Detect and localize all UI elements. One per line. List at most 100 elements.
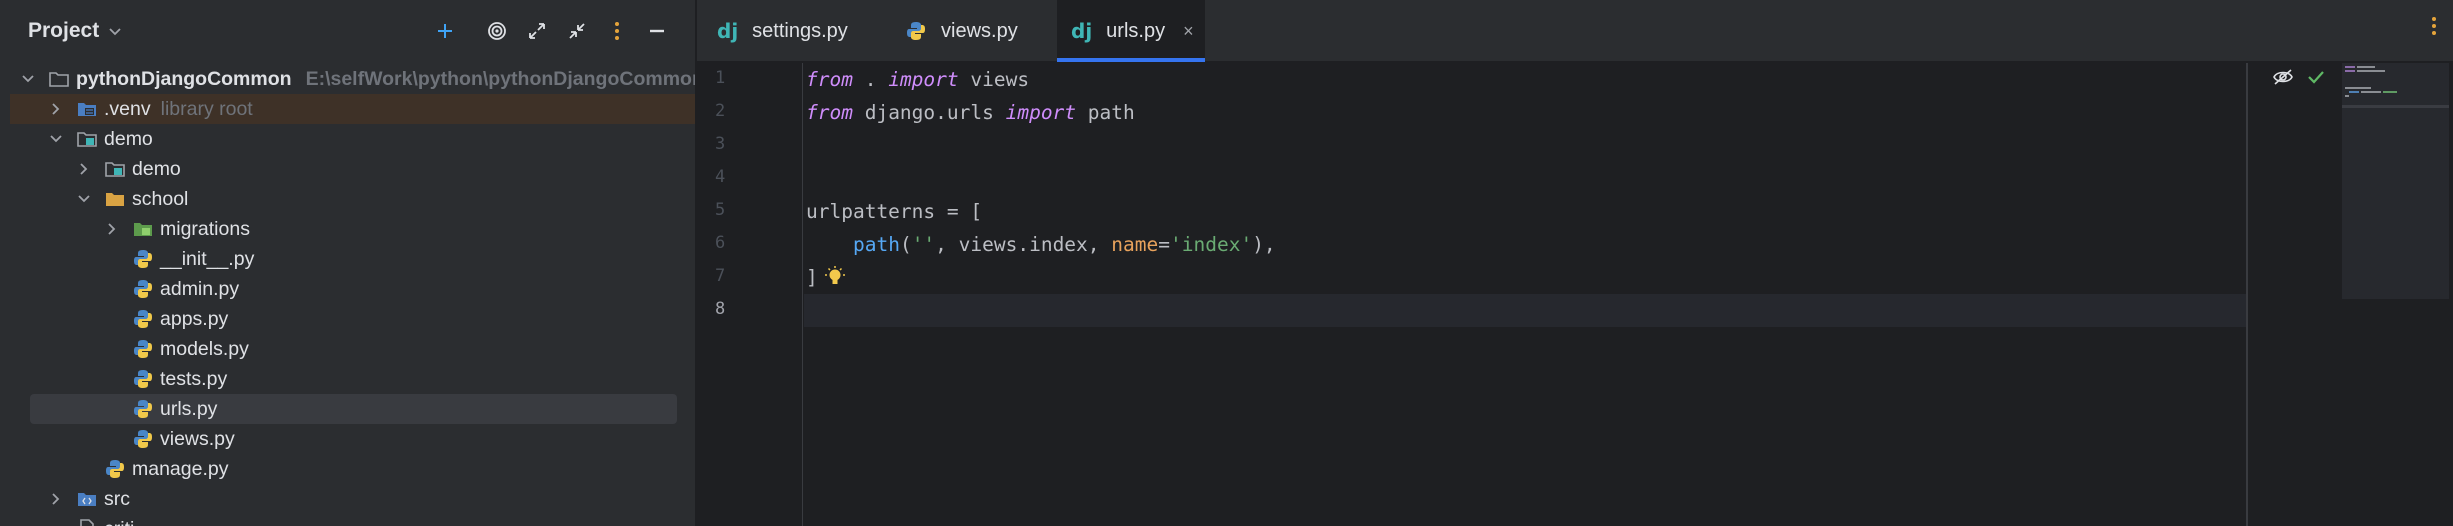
module-folder-icon [49, 72, 69, 87]
collapse-all-icon[interactable] [557, 16, 597, 46]
python-file-icon [134, 400, 152, 418]
line-number: 2 [715, 101, 726, 121]
tree-item-label: pythonDjangoCommon [76, 67, 292, 90]
module-folder-icon [77, 132, 97, 147]
code-editor[interactable]: from . import views from django.urls imp… [804, 63, 2246, 526]
hide-panel-icon[interactable] [637, 16, 677, 46]
tree-item-label: tests.py [160, 367, 228, 390]
tree-item-migrations[interactable]: migrations [10, 214, 681, 244]
code-line-1[interactable]: from . import views [806, 63, 1029, 96]
project-toolbar [425, 16, 677, 46]
intention-bulb-icon[interactable] [824, 265, 846, 289]
python-file-icon [134, 430, 152, 448]
tree-item-manage-py[interactable]: manage.py [10, 454, 681, 484]
tree-item-label: migrations [160, 217, 250, 240]
library-folder-icon [78, 103, 96, 116]
tree-item-label: __init__.py [160, 247, 255, 270]
chevron-right-icon[interactable] [104, 221, 120, 237]
current-line-highlight [804, 294, 2246, 327]
tree-item-label: demo [104, 127, 153, 150]
reader-mode-hidden-icon[interactable] [2272, 68, 2294, 86]
tree-item-label: manage.py [132, 457, 229, 480]
tree-item-demo-package[interactable]: demo [10, 154, 681, 184]
more-options-icon[interactable] [2431, 16, 2437, 41]
tree-item-init-py[interactable]: __init__.py [10, 244, 681, 274]
tree-item-label: school [132, 187, 189, 210]
django-icon: dj [1071, 19, 1093, 43]
chevron-down-icon[interactable] [107, 23, 123, 39]
close-icon[interactable]: × [1183, 21, 1194, 42]
package-folder-icon [105, 162, 125, 177]
tree-item-label: views.py [160, 427, 235, 450]
locate-icon[interactable] [477, 16, 517, 46]
tab-label: urls.py [1106, 19, 1166, 42]
tree-item-venv[interactable]: .venv library root [10, 94, 695, 124]
tree-item-models-py[interactable]: models.py [10, 334, 681, 364]
line-number-gutter: 1 2 3 4 5 6 7 8 [697, 63, 803, 526]
tree-item-views-py[interactable]: views.py [10, 424, 681, 454]
python-icon [907, 22, 925, 40]
line-number: 4 [715, 167, 726, 187]
python-file-icon [106, 460, 124, 478]
chevron-down-icon[interactable] [48, 131, 64, 147]
tree-item-label: src [104, 487, 130, 510]
project-panel: Project pythonDjangoCommon E:\selfWork\p… [0, 0, 696, 526]
tab-label: settings.py [752, 19, 848, 42]
file-icon [80, 519, 94, 526]
tree-item-demo-root[interactable]: demo [10, 124, 681, 154]
tree-item-apps-py[interactable]: apps.py [10, 304, 681, 334]
options-icon[interactable] [597, 16, 637, 46]
line-number: 5 [715, 200, 726, 220]
code-line-7[interactable]: ] [806, 261, 866, 294]
tree-item-admin-py[interactable]: admin.py [10, 274, 681, 304]
editor-tab-bar: dj settings.py views.py dj urls.py × [697, 0, 2453, 62]
minimap-viewport[interactable] [2342, 63, 2449, 299]
python-file-icon [134, 340, 152, 358]
source-folder-icon [78, 493, 96, 506]
line-number: 6 [715, 233, 726, 253]
python-file-icon [134, 250, 152, 268]
code-line-6[interactable]: path('', views.index, name='index'), [806, 228, 1276, 261]
code-line-5[interactable]: urlpatterns = [ [806, 195, 982, 228]
chevron-right-icon[interactable] [48, 491, 64, 507]
chevron-right-icon[interactable] [48, 101, 64, 117]
chevron-down-icon[interactable] [76, 191, 92, 207]
tree-item-label: urls.py [160, 397, 218, 420]
tree-item-label: criti [104, 518, 134, 526]
line-number: 7 [715, 266, 726, 286]
tab-settings-py[interactable]: dj settings.py [717, 0, 897, 62]
tree-item-label: models.py [160, 337, 249, 360]
library-root-hint: library root [160, 97, 253, 120]
django-icon: dj [717, 19, 739, 43]
checkmark-icon[interactable] [2306, 68, 2326, 86]
tree-item-label: demo [132, 157, 181, 180]
code-minimap[interactable] [2340, 63, 2453, 526]
tree-item-label: .venv [104, 97, 151, 120]
tree-item-tests-py[interactable]: tests.py [10, 364, 681, 394]
tree-item-path-hint: E:\selfWork\python\pythonDjangoCommon [305, 67, 696, 90]
line-number: 1 [715, 68, 726, 88]
folder-icon [106, 193, 124, 206]
chevron-down-icon[interactable] [20, 71, 36, 87]
project-panel-title[interactable]: Project [28, 19, 99, 43]
inspection-widget [2272, 68, 2326, 86]
add-icon[interactable] [425, 16, 465, 46]
tree-item-label: admin.py [160, 277, 240, 300]
tab-urls-py[interactable]: dj urls.py × [1057, 0, 1205, 62]
python-file-icon [134, 310, 152, 328]
tree-item-school[interactable]: school [10, 184, 681, 214]
project-panel-header: Project [0, 0, 695, 62]
tree-item-urls-py[interactable]: urls.py [30, 394, 677, 424]
tree-item-label: apps.py [160, 307, 229, 330]
code-line-2[interactable]: from django.urls import path [806, 96, 1135, 129]
tree-item-pythondjangocommon[interactable]: pythonDjangoCommon E:\selfWork\python\pyt… [10, 64, 695, 94]
line-number: 3 [715, 134, 726, 154]
python-file-icon [134, 370, 152, 388]
tab-label: views.py [941, 19, 1018, 42]
migrations-folder-icon [134, 223, 152, 236]
tree-item-src[interactable]: src [10, 484, 681, 514]
right-margin-guide [2246, 63, 2248, 526]
expand-all-icon[interactable] [517, 16, 557, 46]
tree-item-partial[interactable]: criti [10, 514, 681, 526]
chevron-right-icon[interactable] [76, 161, 92, 177]
